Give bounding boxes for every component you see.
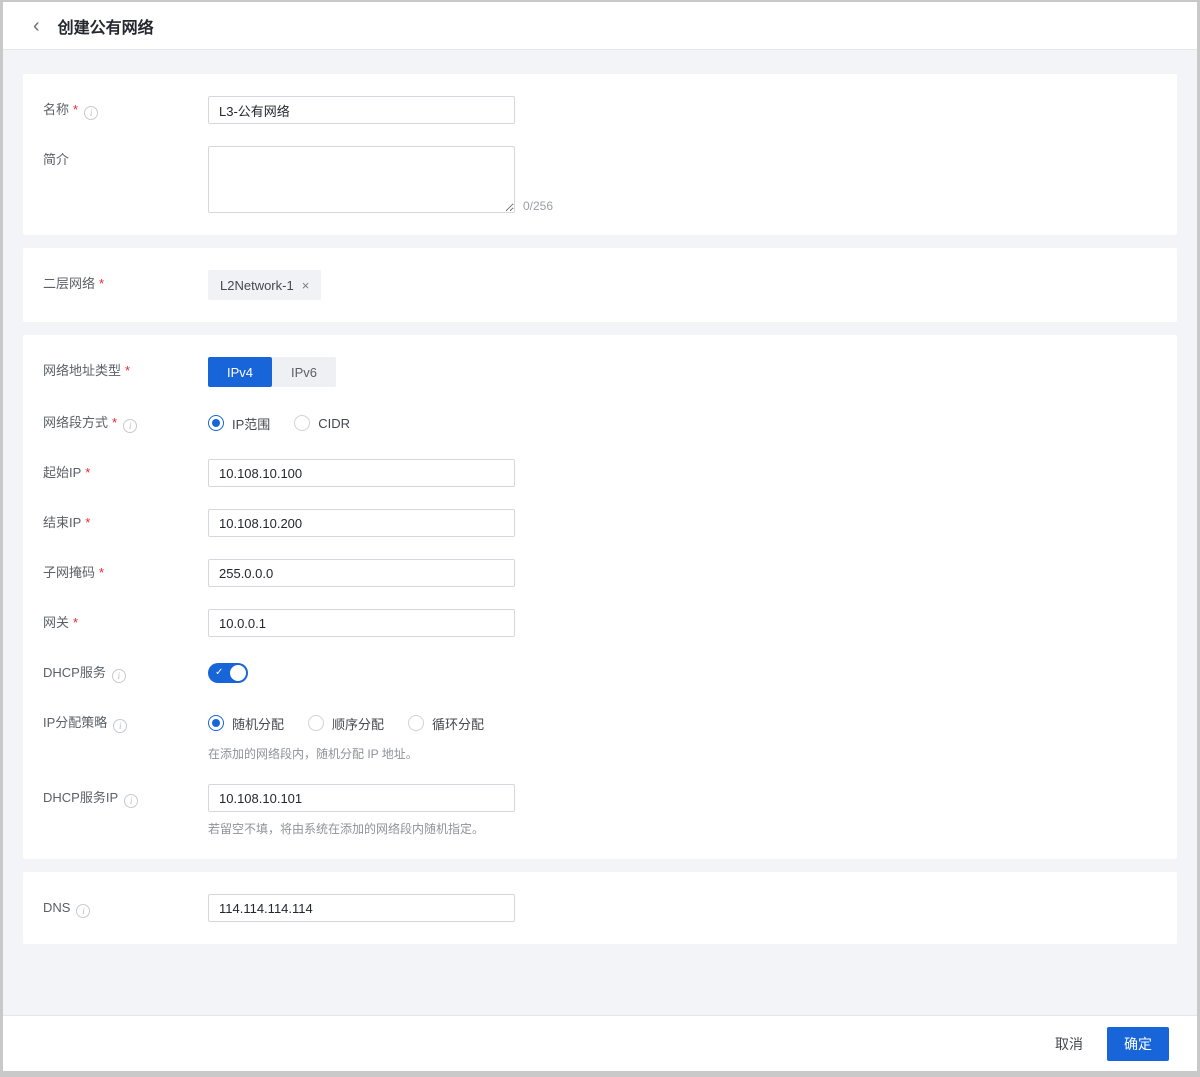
required-mark: *	[125, 363, 131, 378]
check-icon: ✓	[215, 667, 224, 678]
dns-label: DNS i	[43, 894, 208, 922]
l2network-tag[interactable]: L2Network-1 ×	[208, 270, 322, 300]
field-row-segment-method: 网络段方式 * i IP范围 CIDR	[43, 409, 1157, 437]
name-label: 名称 * i	[43, 96, 208, 124]
dhcp-label: DHCP服务 i	[43, 659, 208, 687]
description-textarea[interactable]	[208, 146, 515, 213]
start-ip-input[interactable]	[208, 459, 515, 487]
field-row-name: 名称 * i	[43, 96, 1157, 124]
dhcp-ip-label: DHCP服务IP i	[43, 784, 208, 812]
card-network-settings: 网络地址类型 * IPv4 IPv6 网络段方式 * i IP范围 CIDR 起…	[23, 335, 1177, 859]
confirm-button[interactable]: 确定	[1107, 1026, 1169, 1061]
field-row-start-ip: 起始IP *	[43, 459, 1157, 487]
form-body: 名称*i 简介 0/256 二层网络*	[3, 50, 1197, 1015]
required-mark: *	[99, 276, 105, 291]
end-ip-label: 结束IP *	[43, 515, 91, 530]
alloc-strategy-label: IP分配策略 i	[43, 709, 208, 737]
radio-selected-icon	[208, 715, 224, 731]
radio-ip-range[interactable]: IP范围	[208, 414, 270, 433]
required-mark: *	[73, 615, 79, 630]
field-row-description: 简介 0/256	[43, 146, 1157, 213]
card-basic-info: 名称*i 简介 0/256	[23, 74, 1177, 235]
radio-unselected-icon	[308, 715, 325, 731]
gateway-label: 网关 *	[43, 615, 79, 630]
back-button[interactable]: ‹	[33, 16, 40, 36]
action-footer: 取消 确定	[3, 1015, 1197, 1071]
radio-unselected-icon	[408, 715, 425, 731]
tab-ipv6[interactable]: IPv6	[272, 357, 336, 387]
dhcp-ip-input[interactable]	[208, 784, 515, 812]
field-row-end-ip: 结束IP *	[43, 509, 1157, 537]
l2network-label: 二层网络 *	[43, 276, 105, 291]
dhcp-toggle[interactable]: ✓	[208, 663, 248, 683]
name-input[interactable]	[208, 96, 515, 124]
netmask-label: 子网掩码 *	[43, 565, 105, 580]
start-ip-label: 起始IP *	[43, 465, 91, 480]
required-mark: *	[73, 102, 79, 117]
required-mark: *	[99, 565, 105, 580]
page-title: 创建公有网络	[57, 19, 154, 37]
cancel-button[interactable]: 取消	[1055, 1034, 1083, 1054]
ip-version-tabs: IPv4 IPv6	[208, 357, 336, 387]
dns-input[interactable]	[208, 894, 515, 922]
field-row-ip-version: 网络地址类型 * IPv4 IPv6	[43, 357, 1157, 387]
char-counter: 0/256	[523, 199, 554, 213]
radio-cidr[interactable]: CIDR	[294, 415, 350, 431]
info-icon[interactable]: i	[111, 669, 126, 683]
radio-roundrobin-alloc[interactable]: 循环分配	[408, 714, 484, 733]
l2network-tag-label: L2Network-1	[220, 277, 294, 293]
dhcp-ip-helper: 若留空不填，将由系统在添加的网络段内随机指定。	[208, 822, 485, 836]
card-dns: DNS i	[23, 872, 1177, 944]
required-mark: *	[112, 415, 118, 430]
required-mark: *	[85, 465, 91, 480]
toggle-knob	[230, 665, 246, 681]
end-ip-input[interactable]	[208, 509, 515, 537]
info-icon[interactable]: i	[76, 904, 91, 918]
alloc-strategy-radios: 随机分配 顺序分配 循环分配	[208, 709, 1157, 737]
field-row-dhcp-ip: DHCP服务IPi 若留空不填，将由系统在添加的网络段内随机指定。	[43, 784, 1157, 837]
segment-method-radios: IP范围 CIDR	[208, 409, 1157, 437]
field-row-dns: DNS i	[43, 894, 1157, 922]
netmask-input[interactable]	[208, 559, 515, 587]
description-label: 简介	[43, 152, 70, 167]
info-icon[interactable]: i	[123, 419, 138, 433]
segment-method-label: 网络段方式 * i	[43, 409, 208, 437]
field-row-netmask: 子网掩码 *	[43, 559, 1157, 587]
alloc-strategy-helper: 在添加的网络段内，随机分配 IP 地址。	[208, 747, 418, 761]
card-l2network: 二层网络 * L2Network-1 ×	[23, 248, 1177, 322]
info-icon[interactable]: i	[84, 106, 99, 120]
page-header: ‹ 创建公有网络	[3, 2, 1197, 50]
field-row-dhcp: DHCP服务 i ✓	[43, 659, 1157, 687]
info-icon[interactable]: i	[124, 794, 139, 808]
close-icon[interactable]: ×	[302, 278, 310, 293]
tab-ipv4[interactable]: IPv4	[208, 357, 272, 387]
radio-sequential-alloc[interactable]: 顺序分配	[308, 714, 384, 733]
required-mark: *	[85, 515, 91, 530]
radio-unselected-icon	[294, 415, 311, 431]
field-row-gateway: 网关 *	[43, 609, 1157, 637]
ip-version-label: 网络地址类型 *	[43, 363, 131, 378]
field-row-l2network: 二层网络 * L2Network-1 ×	[43, 270, 1157, 300]
field-row-alloc-strategy: IP分配策略 i 随机分配 顺序分配 循环分配 在添加的网络段内，随机分配 IP…	[43, 709, 1157, 762]
chevron-left-icon: ‹	[33, 14, 40, 37]
info-icon[interactable]: i	[113, 719, 128, 733]
radio-random-alloc[interactable]: 随机分配	[208, 714, 284, 733]
radio-selected-icon	[208, 415, 224, 431]
gateway-input[interactable]	[208, 609, 515, 637]
create-public-network-window: ‹ 创建公有网络 名称*i 简介 0/256	[3, 2, 1197, 1071]
